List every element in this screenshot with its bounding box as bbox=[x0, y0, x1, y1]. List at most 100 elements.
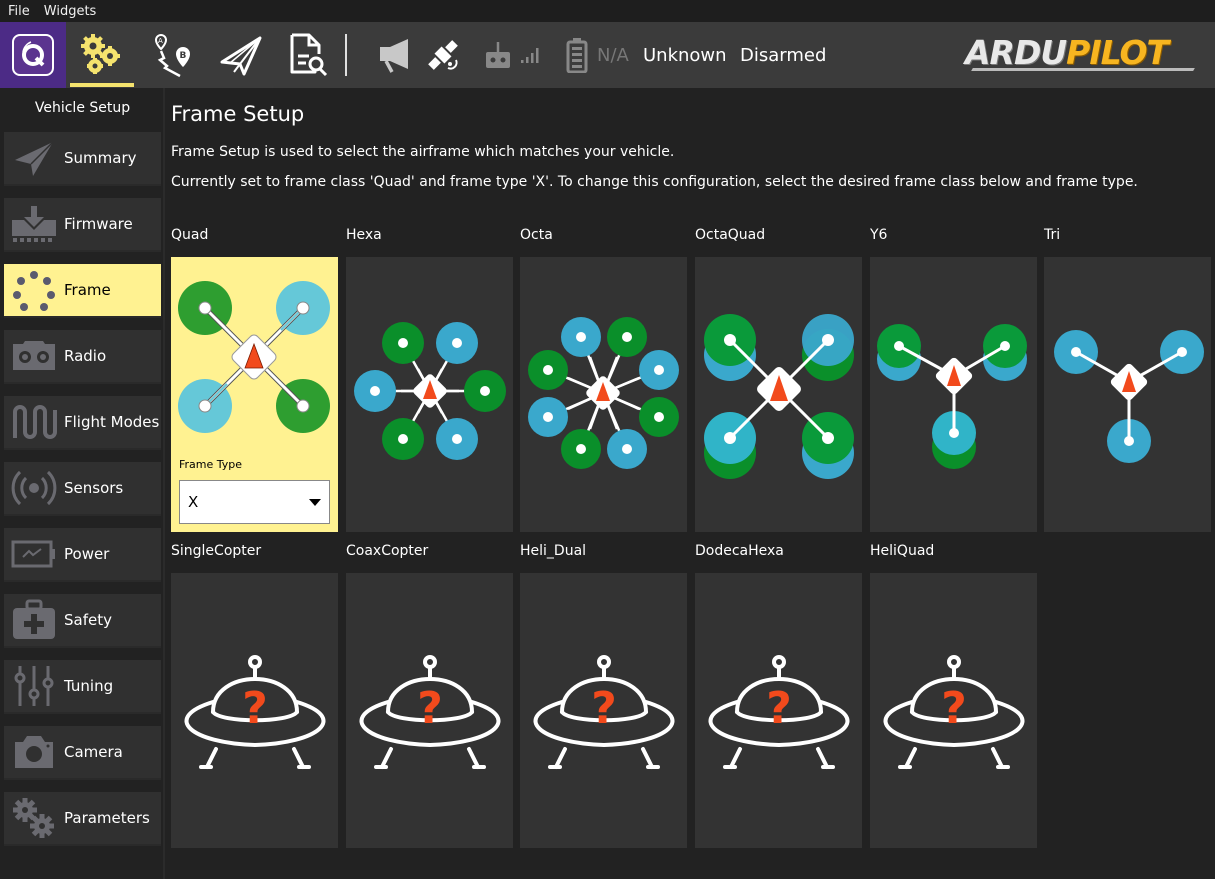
sidebar-item-label: Flight Modes bbox=[64, 413, 160, 431]
sidebar-item-label: Tuning bbox=[64, 677, 114, 695]
main-toolbar: A B N/A Unknown Disarmed ARDU PILOT bbox=[0, 22, 1215, 88]
battery-value: N/A bbox=[597, 44, 629, 66]
frame-label-hexa: Hexa bbox=[346, 227, 382, 243]
arm-state-indicator[interactable]: Disarmed bbox=[740, 22, 826, 88]
sidebar-item-radio[interactable]: Radio bbox=[4, 330, 161, 384]
sidebar-item-parameters[interactable]: Parameters bbox=[4, 792, 161, 846]
battery-icon bbox=[566, 38, 588, 73]
frame-label-octa: Octa bbox=[520, 227, 553, 243]
route-ab-icon: A B bbox=[154, 34, 190, 78]
frame-label-octaquad: OctaQuad bbox=[695, 227, 766, 243]
frame-card-quad[interactable]: Frame Type X bbox=[171, 257, 338, 532]
camera-icon bbox=[4, 725, 64, 779]
qgroundcontrol-icon bbox=[12, 34, 54, 76]
menu-bar: File Widgets bbox=[0, 0, 1215, 22]
rc-transmitter-icon bbox=[486, 42, 510, 68]
signal-bars-icon bbox=[521, 48, 539, 63]
octaquad-frame-icon bbox=[704, 314, 854, 479]
octa-frame-icon bbox=[528, 317, 679, 469]
page-title: Frame Setup bbox=[171, 102, 305, 126]
page-description: Frame Setup is used to select the airfra… bbox=[171, 144, 675, 160]
frame-label-heli-dual: Heli_Dual bbox=[520, 543, 587, 559]
quad-frame-icon bbox=[178, 281, 330, 433]
sidebar-item-sensors[interactable]: Sensors bbox=[4, 462, 161, 516]
y6-frame-icon bbox=[877, 324, 1027, 469]
sidebar-item-label: Power bbox=[64, 545, 110, 563]
svg-text:A: A bbox=[158, 37, 163, 45]
gears-icon bbox=[81, 34, 120, 74]
sidebar-item-label: Sensors bbox=[64, 479, 124, 497]
frame-card-dodecahexa[interactable]: ? bbox=[695, 573, 862, 848]
frame-card-coaxcopter[interactable]: ? bbox=[346, 573, 513, 848]
frame-label-singlecopter: SingleCopter bbox=[171, 543, 262, 559]
megaphone-icon bbox=[380, 39, 408, 73]
sidebar-item-label: Camera bbox=[64, 743, 123, 761]
plan-button[interactable]: A B bbox=[140, 22, 206, 88]
menu-widgets[interactable]: Widgets bbox=[44, 4, 97, 19]
question-mark-icon: ? bbox=[591, 683, 617, 734]
frame-label-dodecahexa: DodecaHexa bbox=[695, 543, 784, 559]
frame-card-y6[interactable] bbox=[870, 257, 1037, 532]
sidebar-item-camera[interactable]: Camera bbox=[4, 726, 161, 780]
toolbar-separator bbox=[345, 34, 347, 76]
logo-underline bbox=[971, 68, 1195, 71]
brand-part1: ARDU bbox=[965, 32, 1067, 72]
gps-indicator[interactable] bbox=[424, 22, 462, 88]
unknown-ufo-icon: ? bbox=[533, 655, 675, 769]
frame-type-value: X bbox=[188, 493, 199, 511]
frame-card-octa[interactable] bbox=[520, 257, 687, 532]
frame-card-heli-dual[interactable]: ? bbox=[520, 573, 687, 848]
sidebar-item-tuning[interactable]: Tuning bbox=[4, 660, 161, 714]
current-configuration-text: Currently set to frame class 'Quad' and … bbox=[171, 174, 1138, 190]
fly-button[interactable] bbox=[208, 22, 274, 88]
frame-card-singlecopter[interactable]: ? bbox=[171, 573, 338, 848]
question-mark-icon: ? bbox=[417, 683, 443, 734]
vehicle-setup-button[interactable] bbox=[68, 22, 134, 88]
frame-label-heliquad: HeliQuad bbox=[870, 543, 935, 559]
frame-dots-icon bbox=[4, 263, 64, 317]
frame-card-octaquad[interactable] bbox=[695, 257, 862, 532]
question-mark-icon: ? bbox=[941, 683, 967, 734]
sidebar-item-firmware[interactable]: Firmware bbox=[4, 198, 161, 252]
qgc-logo-button[interactable] bbox=[0, 22, 66, 88]
document-search-icon bbox=[290, 33, 328, 77]
sidebar-item-frame[interactable]: Frame bbox=[4, 264, 161, 318]
frame-card-heliquad[interactable]: ? bbox=[870, 573, 1037, 848]
menu-file[interactable]: File bbox=[8, 4, 30, 19]
frame-card-tri[interactable] bbox=[1044, 257, 1211, 532]
frame-card-hexa[interactable] bbox=[346, 257, 513, 532]
sidebar-item-summary[interactable]: Summary bbox=[4, 132, 161, 186]
frame-type-label: Frame Type bbox=[179, 458, 243, 471]
svg-text:B: B bbox=[180, 51, 187, 61]
hexa-frame-icon bbox=[354, 322, 506, 460]
messages-indicator[interactable] bbox=[376, 22, 414, 88]
sidebar-item-power[interactable]: Power bbox=[4, 528, 161, 582]
frame-setup-page: Frame Setup Frame Setup is used to selec… bbox=[167, 88, 1215, 879]
battery-icon bbox=[4, 527, 64, 581]
sidebar-item-label: Radio bbox=[64, 347, 107, 365]
analyze-button[interactable] bbox=[276, 22, 342, 88]
frame-type-dropdown[interactable]: X bbox=[179, 480, 330, 524]
frame-label-y6: Y6 bbox=[870, 227, 888, 243]
unknown-ufo-icon: ? bbox=[184, 655, 326, 769]
first-aid-icon bbox=[4, 593, 64, 647]
paper-plane-icon bbox=[4, 131, 64, 185]
ardupilot-logo: ARDU PILOT bbox=[965, 32, 1169, 72]
sidebar-item-label: Frame bbox=[64, 281, 111, 299]
unknown-ufo-icon: ? bbox=[708, 655, 850, 769]
battery-indicator[interactable] bbox=[566, 22, 588, 88]
satellite-icon bbox=[428, 40, 458, 70]
sidebar-item-safety[interactable]: Safety bbox=[4, 594, 161, 648]
sliders-icon bbox=[4, 659, 64, 713]
flight-mode-selector[interactable]: Unknown bbox=[643, 22, 727, 88]
active-tab-indicator bbox=[70, 83, 134, 87]
rc-rssi-indicator[interactable] bbox=[484, 22, 542, 88]
sidebar-item-flight-modes[interactable]: Flight Modes bbox=[4, 396, 161, 450]
frame-label-tri: Tri bbox=[1044, 227, 1061, 243]
chevron-down-icon bbox=[309, 499, 321, 506]
question-mark-icon: ? bbox=[242, 683, 268, 734]
wave-icon bbox=[4, 395, 64, 449]
question-mark-icon: ? bbox=[766, 683, 792, 734]
radio-icon bbox=[4, 329, 64, 383]
unknown-ufo-icon: ? bbox=[359, 655, 501, 769]
